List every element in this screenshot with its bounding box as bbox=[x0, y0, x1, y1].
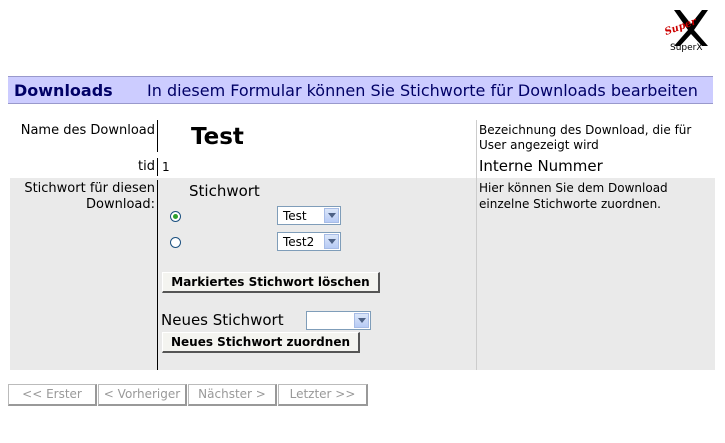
name-help: Bezeichnung des Download, die für User a… bbox=[479, 123, 692, 152]
page-header: Downloads In diesem Formular können Sie … bbox=[8, 76, 713, 104]
column-separator bbox=[157, 120, 158, 152]
chevron-down-icon[interactable] bbox=[324, 234, 339, 249]
keyword-radio-2[interactable] bbox=[170, 237, 181, 248]
logo-text: SuperX bbox=[670, 43, 703, 53]
assign-keyword-button[interactable]: Neues Stichwort zuordnen bbox=[162, 332, 360, 353]
chevron-down-icon[interactable] bbox=[324, 208, 339, 223]
previous-button[interactable]: < Vorheriger bbox=[98, 384, 187, 406]
keyword-radio-1[interactable] bbox=[170, 211, 181, 222]
last-button[interactable]: Letzter >> bbox=[278, 384, 368, 406]
column-separator bbox=[157, 180, 158, 370]
tid-help: Interne Nummer bbox=[479, 157, 603, 175]
new-keyword-label: Neues Stichwort bbox=[161, 311, 284, 329]
keyword-heading: Stichwort bbox=[189, 182, 260, 200]
delete-keyword-button[interactable]: Markiertes Stichwort löschen bbox=[162, 272, 380, 293]
name-label: Name des Download bbox=[20, 123, 155, 138]
keyword-select-2[interactable]: Test2 bbox=[277, 232, 341, 251]
keyword-help: Hier können Sie dem Download einzelne St… bbox=[479, 181, 668, 211]
tid-label: tid bbox=[138, 159, 155, 174]
column-separator bbox=[476, 120, 477, 370]
keyword-select-1-value: Test bbox=[283, 209, 307, 223]
first-button[interactable]: << Erster bbox=[8, 384, 97, 406]
chevron-down-icon[interactable] bbox=[354, 313, 369, 328]
next-button[interactable]: Nächster > bbox=[188, 384, 277, 406]
tid-value: 1 bbox=[162, 160, 170, 174]
page-title: Downloads bbox=[14, 81, 113, 100]
keyword-label: Stichwort für diesen Download: bbox=[24, 181, 155, 212]
name-value: Test bbox=[191, 124, 244, 150]
page-description: In diesem Formular können Sie Stichworte… bbox=[147, 81, 698, 100]
keyword-select-2-value: Test2 bbox=[283, 235, 315, 249]
keyword-select-1[interactable]: Test bbox=[277, 206, 341, 225]
new-keyword-select[interactable] bbox=[306, 311, 371, 330]
column-separator bbox=[157, 158, 158, 176]
